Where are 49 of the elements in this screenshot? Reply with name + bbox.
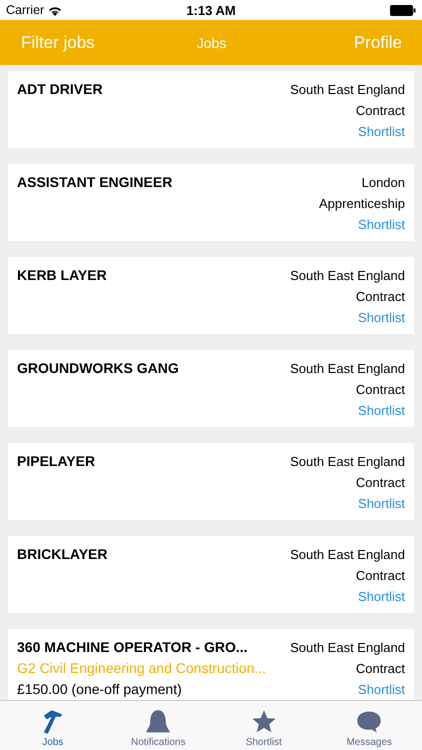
carrier-name: Carrier — [6, 3, 44, 17]
job-card[interactable]: ADT DRIVER South East England Contract Shortlist — [8, 71, 414, 148]
shortlist-link[interactable]: Shortlist — [358, 493, 405, 514]
bell-icon — [145, 709, 172, 735]
company-name: G2 Civil Engineering and Construction... — [17, 659, 266, 678]
job-title: ASSISTANT ENGINEER — [17, 173, 172, 192]
job-type: Apprenticeship — [319, 195, 405, 213]
star-icon — [250, 709, 277, 735]
shortlist-link[interactable]: Shortlist — [358, 586, 405, 607]
shortlist-link[interactable]: Shortlist — [358, 679, 405, 700]
job-location: South East England — [290, 546, 405, 564]
job-card[interactable]: KERB LAYER South East England Contract Shortlist — [8, 257, 414, 334]
job-type: Contract — [356, 102, 405, 120]
job-card[interactable]: BRICKLAYER South East England Contract Shortlist — [8, 536, 414, 613]
job-type: Contract — [356, 474, 405, 492]
job-title: ADT DRIVER — [17, 80, 103, 99]
job-type: Contract — [356, 288, 405, 306]
job-location: South East England — [290, 360, 405, 378]
tab[interactable]: Shortlist — [211, 701, 316, 750]
job-location: South East England — [290, 639, 405, 657]
shortlist-link[interactable]: Shortlist — [358, 214, 405, 235]
job-location: London — [362, 174, 405, 192]
job-title: GROUNDWORKS GANG — [17, 359, 179, 378]
job-type: Contract — [356, 567, 405, 585]
job-title: KERB LAYER — [17, 266, 107, 285]
job-pay: £150.00 (one-off payment) — [17, 680, 183, 699]
wifi-icon — [48, 4, 62, 16]
job-type: Contract — [356, 660, 405, 678]
shortlist-link[interactable]: Shortlist — [358, 307, 405, 328]
speech-bubble-icon — [356, 709, 382, 735]
job-card[interactable]: PIPELAYER South East England Contract Shortlist — [8, 443, 414, 520]
screen-title: Jobs — [196, 34, 226, 50]
shortlist-link[interactable]: Shortlist — [358, 400, 405, 421]
battery-icon — [390, 4, 416, 16]
job-location: South East England — [290, 453, 405, 471]
job-location: South East England — [290, 267, 405, 285]
job-title: BRICKLAYER — [17, 545, 108, 564]
status-time: 1:13 AM — [186, 2, 236, 18]
job-card[interactable]: 360 MACHINE OPERATOR - GRO... G2 Civil Engineering and Construction... £150.00 (one-off payment) South East England Contract Shortlist — [8, 629, 414, 700]
job-card[interactable]: ASSISTANT ENGINEER London Apprenticeship Shortlist — [8, 164, 414, 241]
job-card[interactable]: GROUNDWORKS GANG South East England Contract Shortlist — [8, 350, 414, 427]
job-title: 360 MACHINE OPERATOR - GRO... — [17, 638, 249, 657]
tab[interactable]: Messages — [316, 701, 422, 750]
tab[interactable]: Notifications — [106, 701, 211, 750]
job-title: PIPELAYER — [17, 452, 96, 471]
shortlist-link[interactable]: Shortlist — [358, 121, 405, 142]
job-type: Contract — [356, 381, 405, 399]
tab[interactable]: Jobs — [0, 701, 106, 750]
job-location: South East England — [290, 81, 405, 99]
